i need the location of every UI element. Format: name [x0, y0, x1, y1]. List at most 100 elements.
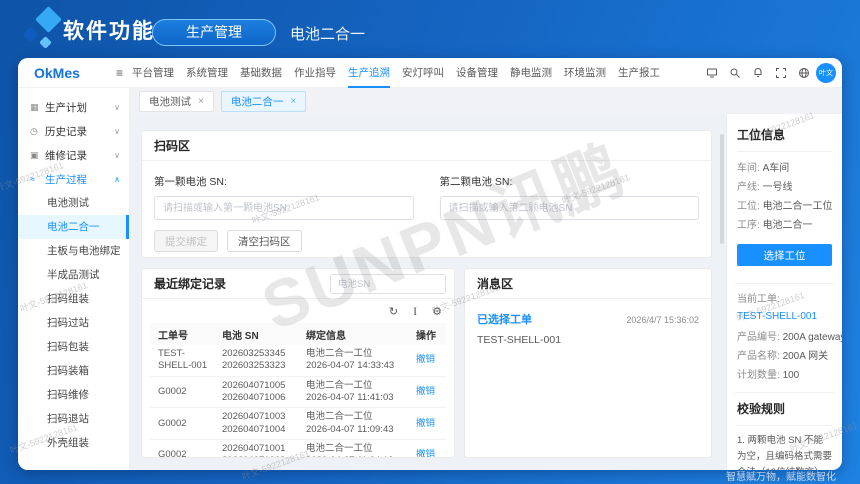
close-icon[interactable]: ×	[198, 96, 204, 107]
station-info-panel: 工位信息 车间: A车间 产线: 一号线 工位: 电池二合一工位 工序: 电池二…	[726, 114, 842, 470]
undo-link[interactable]: 撤销	[412, 383, 442, 401]
menu-item-report[interactable]: 生产报工	[618, 58, 660, 88]
main-scrollbar[interactable]	[720, 122, 724, 464]
cell-order: G0002	[158, 385, 187, 397]
sidebar-item-scan-assembly[interactable]: 扫码组装	[18, 287, 129, 311]
sidebar-group-history[interactable]: ◷ 历史记录 ∨	[18, 119, 129, 143]
user-avatar[interactable]: 叶文	[816, 63, 836, 83]
tab-battery-2in1[interactable]: 电池二合一 ×	[220, 90, 307, 112]
undo-link[interactable]: 撤销	[412, 446, 442, 457]
info-row-product-name: 产品名称: 200A 网关	[737, 351, 829, 362]
bell-icon[interactable]	[752, 67, 764, 79]
cell-order: G0002	[158, 417, 187, 429]
menu-item-traceability[interactable]: 生产追溯	[348, 58, 390, 88]
submit-binding-button[interactable]: 提交绑定	[154, 230, 218, 252]
banner-page-label: 电池二合一	[290, 26, 366, 43]
fullscreen-icon[interactable]	[775, 67, 787, 79]
production-plan-icon: ▦	[30, 101, 39, 112]
selected-order-label: 已选择工单	[477, 314, 532, 326]
scan-area-panel: 扫码区 第一颗电池 SN: 第二颗电池 SN: 提交绑定 清空扫码区	[141, 130, 712, 258]
chevron-down-icon: ∨	[114, 102, 120, 112]
record-search-input[interactable]	[330, 274, 446, 294]
col-action: 操作	[416, 330, 436, 342]
navbar-icons	[706, 58, 810, 88]
sidebar-group-repair[interactable]: ▣ 维修记录 ∨	[18, 143, 129, 167]
tab-label: 电池二合一	[230, 95, 284, 108]
table-row: G0002 202604071001202604071002 电池二合一工位20…	[150, 440, 446, 458]
column-settings-icon[interactable]: ⚙	[432, 305, 442, 318]
cell-sn: 202604071001202604071002	[222, 443, 286, 457]
undo-link[interactable]: 撤销	[412, 415, 442, 433]
rule-item-1: 1. 两颗电池 SN 不能为空，且编码格式需要合法（12位纯数字）。	[737, 435, 833, 470]
menu-item-equipment[interactable]: 设备管理	[456, 58, 498, 88]
message-order-number: TEST-SHELL-001	[477, 334, 562, 346]
battery2-sn-input[interactable]	[439, 196, 699, 220]
app-logo: OkMes	[34, 65, 80, 81]
footer-slogan: 智慧赋万物，赋能数智化	[726, 472, 836, 483]
sidebar-group-label: 生产计划	[45, 101, 87, 114]
page: 软件功能 生产管理 电池二合一 智慧赋万物，赋能数智化 OkMes ≡ 平台管理…	[0, 0, 860, 484]
banner-category-pill[interactable]: 生产管理	[152, 19, 276, 46]
menu-item-system[interactable]: 系统管理	[186, 58, 228, 88]
refresh-icon[interactable]: ↻	[389, 305, 398, 318]
sidebar-item-scan-pack[interactable]: 扫码包装	[18, 335, 129, 359]
density-icon[interactable]: I	[413, 304, 417, 319]
sidebar-collapse-icon[interactable]: ≡	[116, 66, 123, 80]
table-row: G0002 202604071005 202604071006 电池二合一工位 20…	[150, 377, 446, 409]
col-sn: 电池 SN	[222, 330, 259, 342]
cell-binding: 电池二合一工位 2026-04-07 11:09:43	[306, 411, 394, 435]
sidebar-group-production-plan[interactable]: ▦ 生产计划 ∨	[18, 95, 129, 119]
sidebar-group-label: 历史记录	[45, 125, 87, 138]
sidebar-item-scan-return[interactable]: 扫码退站	[18, 407, 129, 431]
menu-item-andon[interactable]: 安灯呼叫	[402, 58, 444, 88]
current-order-value[interactable]: TEST-SHELL-001	[737, 309, 832, 325]
battery1-sn-input[interactable]	[154, 196, 414, 220]
info-row-plan-qty: 计划数量: 100	[737, 370, 800, 381]
language-icon[interactable]	[798, 67, 810, 79]
select-station-button[interactable]: 选择工位	[737, 244, 832, 266]
sidebar-group-process[interactable]: ≈ 生产过程 ∧	[18, 167, 129, 191]
battery1-sn-label: 第一颗电池 SN:	[154, 176, 227, 188]
sidebar-item-board-binding[interactable]: 主板与电池绑定	[18, 239, 129, 263]
battery2-sn-label: 第二颗电池 SN:	[439, 176, 513, 188]
menu-item-platform[interactable]: 平台管理	[132, 58, 174, 88]
cell-order: G0002	[158, 449, 187, 458]
col-order: 工单号	[158, 330, 188, 342]
process-icon: ≈	[30, 174, 35, 184]
tab-battery-test[interactable]: 电池测试 ×	[139, 90, 214, 112]
tab-bar: 电池测试 × 电池二合一 ×	[130, 88, 842, 114]
info-row-workshop: 车间: A车间	[737, 163, 790, 174]
divider	[735, 283, 834, 284]
menu-item-environment[interactable]: 环境监测	[564, 58, 606, 88]
sidebar-item-scan-box[interactable]: 扫码装箱	[18, 359, 129, 383]
sidebar-item-scan-pass[interactable]: 扫码过站	[18, 311, 129, 335]
clear-scan-button[interactable]: 清空扫码区	[227, 230, 302, 252]
search-icon[interactable]	[729, 67, 741, 79]
binding-records-panel: 最近绑定记录 ↻ I ⚙ 工单号 电池 SN 绑定信息 操作 TEST-SHEL…	[141, 268, 455, 458]
info-row-process: 工序: 电池二合一	[737, 220, 813, 231]
table-header: 工单号 电池 SN 绑定信息 操作	[150, 323, 446, 345]
chevron-up-icon: ∧	[114, 174, 120, 184]
display-icon[interactable]	[706, 67, 718, 79]
table-toolbar: ↻ I ⚙	[142, 299, 454, 323]
sidebar-item-scan-repair[interactable]: 扫码维修	[18, 383, 129, 407]
repair-icon: ▣	[30, 149, 39, 160]
sidebar-item-shell-assembly[interactable]: 外壳组装	[18, 431, 129, 455]
info-row-product-no: 产品编号: 200A gateway	[737, 332, 842, 343]
sidebar-item-battery-test[interactable]: 电池测试	[18, 191, 129, 215]
message-title: 消息区	[465, 269, 711, 299]
menu-item-work-guide[interactable]: 作业指导	[294, 58, 336, 88]
sidebar-item-battery-2in1[interactable]: 电池二合一	[18, 215, 129, 239]
cell-binding: 电池二合一工位 2026-04-07 14:33:43	[306, 348, 395, 372]
cell-binding: 电池二合一工位 2026-04-07 11:41:03	[306, 379, 394, 404]
sidebar-group-label: 生产过程	[45, 173, 87, 186]
close-icon[interactable]: ×	[290, 96, 296, 107]
menu-item-basic-data[interactable]: 基础数据	[240, 58, 282, 88]
sidebar-group-label: 维修记录	[45, 149, 87, 162]
top-navbar: OkMes ≡ 平台管理 系统管理 基础数据 作业指导 生产追溯 安灯呼叫 设备…	[18, 58, 842, 88]
validation-rules-title: 校验规则	[737, 400, 832, 426]
undo-link[interactable]: 撤销	[412, 351, 442, 369]
sidebar-item-semi-test[interactable]: 半成品测试	[18, 263, 129, 287]
menu-item-esd[interactable]: 静电监测	[510, 58, 552, 88]
cell-sn: 202604071003 202604071004	[222, 411, 286, 435]
